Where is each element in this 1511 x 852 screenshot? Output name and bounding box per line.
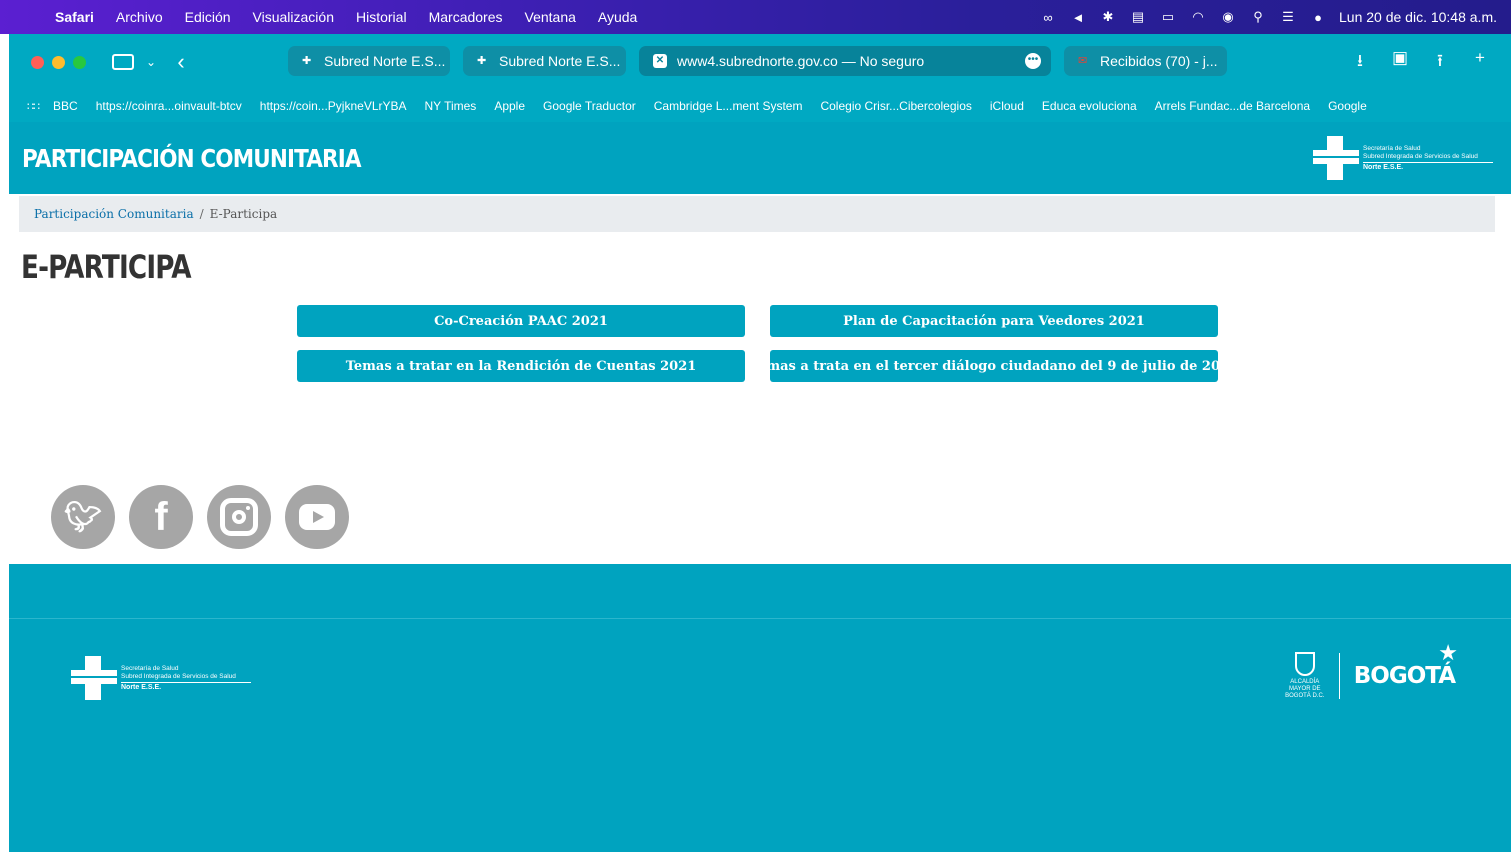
menu-marcadores[interactable]: Marcadores — [418, 9, 514, 25]
instagram-icon[interactable] — [207, 485, 271, 549]
zoom-window-button[interactable] — [73, 55, 86, 69]
bookmark-item[interactable]: Google — [1328, 99, 1367, 113]
main-content: Participación Comunitaria / E-Participa … — [9, 194, 1511, 564]
user-icon[interactable]: ◉ — [1213, 9, 1243, 25]
close-window-button[interactable] — [31, 55, 44, 69]
footer-logo-line-2: Subred Integrada de Servicios de Salud — [121, 672, 236, 680]
tab-label: Subred Norte E.S... — [499, 53, 621, 69]
new-tab-icon[interactable]: + — [1469, 48, 1491, 77]
logo-divider — [1338, 653, 1340, 699]
minimize-window-button[interactable] — [52, 55, 65, 69]
breadcrumb: Participación Comunitaria / E-Participa — [19, 196, 1495, 232]
menu-historial[interactable]: Historial — [345, 9, 418, 25]
alcaldia-text: ALCALDÍA MAYOR DE BOGOTÁ D.C. — [1285, 679, 1325, 699]
menu-archivo[interactable]: Archivo — [105, 9, 174, 25]
health-cross-icon — [1313, 136, 1359, 180]
site-title[interactable]: PARTICIPACIÓN COMUNITARIA — [22, 144, 362, 173]
logo-line-1: Secretaría de Salud — [1363, 144, 1421, 152]
menu-edicion[interactable]: Edición — [174, 9, 242, 25]
logo-line-3: Norte E.S.E. — [1363, 163, 1404, 171]
close-tab-icon[interactable]: ✕ — [653, 54, 667, 68]
downloads-icon[interactable]: ⭳ — [1349, 48, 1371, 77]
youtube-icon[interactable] — [285, 485, 349, 549]
sidebar-toggle-icon[interactable] — [112, 54, 134, 70]
cross-favicon-icon: ✚ — [477, 55, 487, 67]
siri-icon[interactable]: ● — [1303, 10, 1333, 25]
menu-safari[interactable]: Safari — [44, 9, 105, 25]
alcaldia-bogota-logo[interactable]: ALCALDÍA MAYOR DE BOGOTÁ D.C. BOGOTÁ ★ — [1283, 641, 1458, 700]
control-center-icon[interactable]: ☰ — [1273, 9, 1303, 25]
tab-label: Subred Norte E.S... — [324, 53, 446, 69]
chevron-down-icon[interactable]: ⌄ — [142, 55, 160, 69]
logo-text: Secretaría de Salud Subred Integrada de … — [1363, 145, 1493, 172]
site-header: PARTICIPACIÓN COMUNITARIA Secretaría de … — [9, 122, 1511, 194]
bookmark-item[interactable]: https://coin...PyjkneVLrYBA — [260, 99, 407, 113]
bookmark-item[interactable]: https://coinra...oinvault-btcv — [96, 99, 242, 113]
browser-tab[interactable]: ✚ Subred Norte E.S... — [463, 46, 626, 76]
breadcrumb-current: E-Participa — [209, 207, 278, 221]
bookmark-item[interactable]: Educa evoluciona — [1042, 99, 1137, 113]
footer-subred-logo[interactable]: Secretaría de Salud Subred Integrada de … — [71, 656, 251, 700]
bookmark-item[interactable]: Arrels Fundac...de Barcelona — [1155, 99, 1310, 113]
volume-icon[interactable]: ◄ — [1063, 10, 1093, 25]
facebook-icon[interactable]: f — [129, 485, 193, 549]
browser-tab[interactable]: ✉ Recibidos (70) - j... — [1064, 46, 1227, 76]
more-options-icon[interactable]: ••• — [1025, 53, 1041, 69]
twitter-icon[interactable]: 🐦︎ — [51, 485, 115, 549]
bookmark-item[interactable]: Cambridge L...ment System — [654, 99, 803, 113]
dialogo-ciudadano-button[interactable]: Temas a trata en el tercer diálogo ciuda… — [750, 350, 1238, 382]
health-cross-icon — [71, 656, 117, 700]
site-footer: Secretaría de Salud Subred Integrada de … — [9, 564, 1511, 852]
plan-capacitacion-button[interactable]: Plan de Capacitación para Veedores 2021 — [770, 305, 1218, 337]
footer-logo-line-3: Norte E.S.E. — [121, 683, 162, 691]
breadcrumb-separator: / — [199, 207, 204, 221]
search-icon[interactable]: ⚲ — [1243, 9, 1273, 25]
menu-clock[interactable]: Lun 20 de dic. 10:48 a.m. — [1333, 9, 1511, 25]
gmail-favicon-icon: ✉ — [1078, 55, 1088, 67]
menu-visualizacion[interactable]: Visualización — [242, 9, 345, 25]
bluetooth-icon[interactable]: ✱ — [1093, 9, 1123, 25]
macos-menu-bar: Safari Archivo Edición Visualización His… — [0, 0, 1511, 34]
safari-toolbar: ⌄ ‹ ✚ Subred Norte E.S... ✚ Subred Norte… — [9, 34, 1511, 90]
breadcrumb-link[interactable]: Participación Comunitaria — [34, 207, 194, 221]
subred-norte-logo[interactable]: Secretaría de Salud Subred Integrada de … — [1313, 136, 1493, 180]
tab-label: Recibidos (70) - j... — [1100, 53, 1218, 69]
bookmark-item[interactable]: NY Times — [425, 99, 477, 113]
bookmark-item[interactable]: BBC — [53, 99, 78, 113]
bogota-text: BOGOTÁ — [1353, 663, 1456, 689]
page-title: E-PARTICIPA — [21, 248, 192, 286]
glasses-icon[interactable]: ∞ — [1033, 10, 1063, 25]
menu-ayuda[interactable]: Ayuda — [587, 9, 648, 25]
back-arrow-icon[interactable]: ‹ — [172, 49, 190, 75]
footer-logo-line-1: Secretaría de Salud — [121, 664, 179, 672]
social-links: 🐦︎ f — [51, 485, 349, 549]
share-icon[interactable]: ⭱ — [1429, 48, 1451, 77]
star-icon: ★ — [1438, 641, 1458, 666]
menu-ventana[interactable]: Ventana — [514, 9, 587, 25]
active-tab-address-bar[interactable]: ✕ www4.subrednorte.gov.co — No seguro ••… — [639, 46, 1051, 76]
bookmark-item[interactable]: iCloud — [990, 99, 1024, 113]
bookmark-item[interactable]: Google Traductor — [543, 99, 636, 113]
footer-divider — [9, 618, 1511, 619]
battery-icon[interactable]: ▭ — [1153, 9, 1183, 25]
favorites-grid-icon[interactable]: ∷∷ — [27, 100, 40, 113]
bookmarks-bar: ∷∷ BBC https://coinra...oinvault-btcv ht… — [9, 90, 1511, 122]
tab-url-label: www4.subrednorte.gov.co — No seguro — [677, 53, 925, 69]
bogota-shield-icon: ALCALDÍA MAYOR DE BOGOTÁ D.C. — [1283, 652, 1327, 700]
browser-tab[interactable]: ✚ Subred Norte E.S... — [288, 46, 450, 76]
bookmark-item[interactable]: Apple — [494, 99, 525, 113]
logo-line-2: Subred Integrada de Servicios de Salud — [1363, 152, 1478, 160]
safari-window: ⌄ ‹ ✚ Subred Norte E.S... ✚ Subred Norte… — [9, 34, 1511, 852]
window-controls — [31, 55, 86, 69]
bookmark-item[interactable]: Colegio Crisr...Cibercolegios — [820, 99, 971, 113]
rendicion-cuentas-button[interactable]: Temas a tratar en la Rendición de Cuenta… — [297, 350, 745, 382]
wifi-icon[interactable]: ◠ — [1183, 9, 1213, 25]
toolbar-actions: ⭳ ▣ ⭱ + — [1349, 48, 1491, 77]
footer-logo-text: Secretaría de Salud Subred Integrada de … — [121, 665, 251, 692]
keyboard-icon[interactable]: ▤ — [1123, 9, 1153, 25]
cross-favicon-icon: ✚ — [302, 55, 312, 67]
bogota-wordmark: BOGOTÁ ★ — [1353, 641, 1458, 689]
co-creacion-paac-button[interactable]: Co-Creación PAAC 2021 — [297, 305, 745, 337]
notion-icon[interactable]: ▣ — [1389, 48, 1411, 77]
